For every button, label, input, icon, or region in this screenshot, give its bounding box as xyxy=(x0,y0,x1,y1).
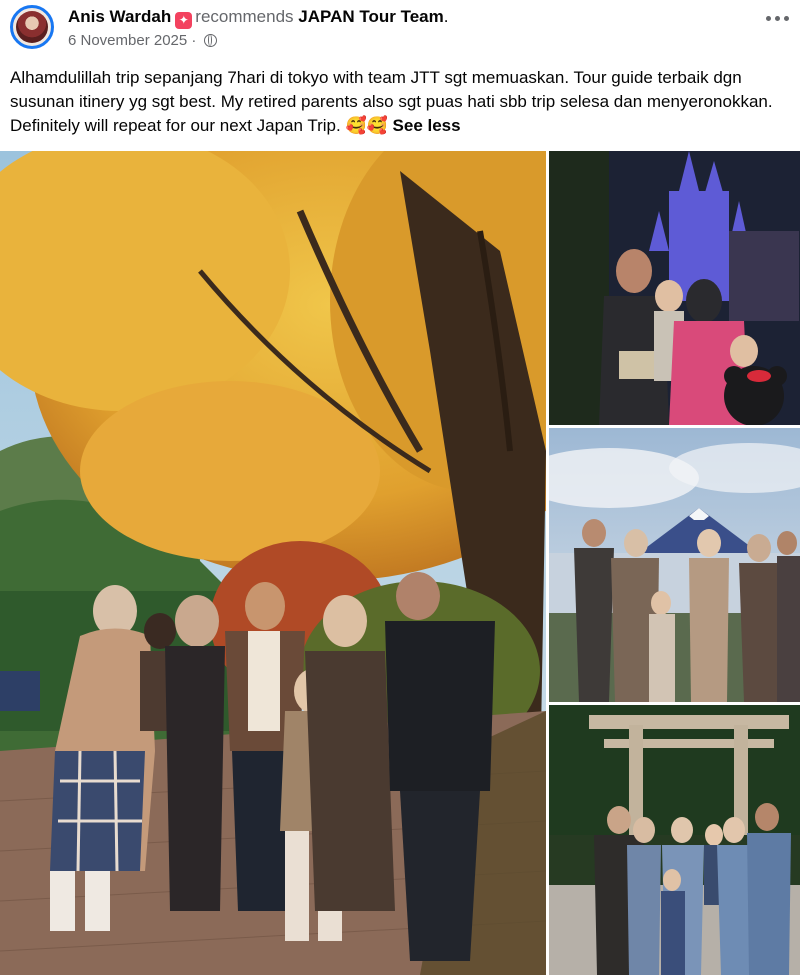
post-body: Alhamdulillah trip sepanjang 7hari di to… xyxy=(10,68,773,135)
photo-torii-gate[interactable] xyxy=(549,705,800,975)
page-name-link[interactable]: JAPAN Tour Team xyxy=(298,7,443,26)
see-less-link[interactable]: See less xyxy=(393,116,461,135)
post-meta: 6 November 2025 · xyxy=(68,32,217,49)
recommends-label: recommends xyxy=(195,7,294,26)
photo-grid xyxy=(0,151,800,975)
more-options-icon[interactable] xyxy=(766,14,792,24)
author-line: Anis Wardah ✦ recommends JAPAN Tour Team. xyxy=(68,7,448,29)
post-header: Anis Wardah ✦ recommends JAPAN Tour Team. … xyxy=(0,0,800,60)
author-name[interactable]: Anis Wardah xyxy=(68,7,171,26)
emoji-reaction: 🥰🥰 xyxy=(345,116,388,135)
post-date[interactable]: 6 November 2025 xyxy=(68,32,187,49)
author-avatar[interactable] xyxy=(10,5,54,49)
period: . xyxy=(443,7,449,26)
recommend-icon: ✦ xyxy=(175,12,193,29)
photo-autumn-family[interactable] xyxy=(0,151,546,975)
globe-icon[interactable] xyxy=(203,34,217,47)
post-text: Alhamdulillah trip sepanjang 7hari di to… xyxy=(10,66,795,138)
photo-castle-night[interactable] xyxy=(549,151,800,425)
photo-mount-fuji[interactable] xyxy=(549,428,800,702)
meta-separator: · xyxy=(191,32,197,49)
